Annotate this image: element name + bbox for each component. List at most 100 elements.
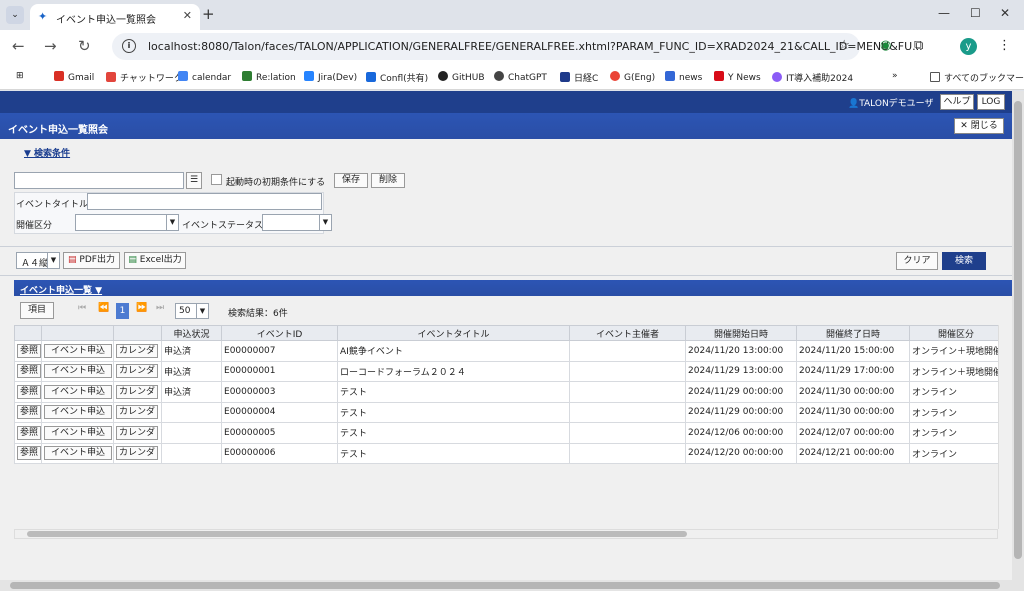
table-row[interactable]: 参照 イベント申込 カレンダ E00000004 テスト 2024/11/29 00:00… xyxy=(13,401,1004,423)
reference-button[interactable]: 参照 xyxy=(17,384,41,399)
bookmark-jira[interactable]: Jira(Dev) xyxy=(304,71,357,83)
columns-button[interactable]: 項目 xyxy=(20,302,54,319)
category-cell: オンライン xyxy=(909,381,1004,403)
last-page-icon[interactable]: ⏭ xyxy=(156,303,164,319)
table-row[interactable]: 参照 イベント申込 カレンダ 申込済 E00000007 AI競争イベント 2024/11/… xyxy=(13,340,1004,362)
calendar-button[interactable]: カレンダ xyxy=(116,364,159,379)
tab-list-button[interactable]: ⌄ xyxy=(6,6,24,24)
log-button[interactable]: LOG xyxy=(977,94,1005,110)
excel-export-button[interactable]: ▤ Excel出力 xyxy=(124,252,186,269)
avatar[interactable]: y xyxy=(960,38,977,55)
saved-condition-input[interactable] xyxy=(14,172,184,189)
reference-button[interactable]: 参照 xyxy=(17,364,41,379)
calendar-button[interactable]: カレンダ xyxy=(116,405,159,420)
reference-button[interactable]: 参照 xyxy=(17,425,41,440)
page-vertical-scrollbar[interactable] xyxy=(1012,91,1024,591)
bookmark-news[interactable]: news xyxy=(665,71,702,83)
bookmark-nikkei[interactable]: 日経C xyxy=(560,71,598,84)
bookmark-star-icon[interactable]: ☆ xyxy=(838,38,850,53)
event-title-label: イベントタイトル xyxy=(16,200,89,210)
calendar-button[interactable]: カレンダ xyxy=(116,384,159,399)
bookmarks-overflow-icon[interactable]: » xyxy=(892,71,898,81)
bookmark-chatgpt[interactable]: ChatGPT xyxy=(494,71,547,83)
bookmark-relation[interactable]: Re:lation xyxy=(242,71,296,83)
back-icon[interactable]: ← xyxy=(12,37,25,55)
scroll-thumb[interactable] xyxy=(10,582,1000,589)
forward-icon[interactable]: → xyxy=(44,37,57,55)
bookmark-calendar[interactable]: calendar xyxy=(178,71,231,83)
header-cell[interactable]: 申込状況 xyxy=(161,325,223,341)
bookmark-y-news[interactable]: Y News xyxy=(714,71,761,83)
bookmark-github[interactable]: GitHUB xyxy=(438,71,485,83)
extensions-puzzle-icon[interactable]: ⧉ xyxy=(914,38,923,53)
search-button[interactable]: 検索 xyxy=(942,252,986,270)
bookmark-gmail[interactable]: Gmail xyxy=(54,71,94,83)
header-cell[interactable]: イベント主催者 xyxy=(569,325,687,341)
reference-button[interactable]: 参照 xyxy=(17,343,41,358)
scroll-thumb[interactable] xyxy=(1014,101,1022,559)
clear-button[interactable]: クリア xyxy=(896,252,938,270)
reference-button[interactable]: 参照 xyxy=(17,446,41,461)
header-cell[interactable]: 開催区分 xyxy=(909,325,1004,341)
bookmark-it-subsidy[interactable]: IT導入補助2024 xyxy=(772,71,853,84)
list-section-toggle[interactable]: イベント申込一覧 ▼ xyxy=(20,283,102,296)
tab-close-icon[interactable]: ✕ xyxy=(183,9,192,22)
first-page-icon[interactable]: ⏮ xyxy=(78,303,86,319)
startup-checkbox[interactable] xyxy=(211,174,222,185)
category-select[interactable]: ▼ xyxy=(75,214,179,231)
start-datetime-cell: 2024/12/06 00:00:00 xyxy=(685,422,798,444)
calendar-button[interactable]: カレンダ xyxy=(116,343,159,358)
save-button[interactable]: 保存 xyxy=(334,173,368,188)
table-row[interactable]: 参照 イベント申込 カレンダ E00000005 テスト 2024/12/06 00:00… xyxy=(13,422,1004,444)
apps-grid-icon[interactable]: ⊞ xyxy=(16,71,24,81)
address-url[interactable]: localhost:8080/Talon/faces/TALON/APPLICA… xyxy=(148,40,923,53)
help-button[interactable]: ヘルプ xyxy=(940,94,974,110)
maximize-icon[interactable]: ☐ xyxy=(970,6,981,20)
address-bar[interactable]: i localhost:8080/Talon/faces/TALON/APPLI… xyxy=(112,33,923,60)
reference-button[interactable]: 参照 xyxy=(17,405,41,420)
next-page-icon[interactable]: ⏩ xyxy=(136,303,147,319)
bookmark-google-eng[interactable]: G(Eng) xyxy=(610,71,655,83)
table-vertical-scrollbar[interactable] xyxy=(998,325,1010,529)
delete-button[interactable]: 削除 xyxy=(371,173,405,188)
header-cell[interactable]: 開催終了日時 xyxy=(796,325,911,341)
page-horizontal-scrollbar[interactable] xyxy=(0,580,1012,591)
reload-icon[interactable]: ↻ xyxy=(78,37,91,55)
event-apply-button[interactable]: イベント申込 xyxy=(44,364,113,379)
site-info-icon[interactable]: i xyxy=(122,39,136,53)
event-apply-button[interactable]: イベント申込 xyxy=(44,425,113,440)
header-cell[interactable]: イベントタイトル xyxy=(337,325,571,341)
table-horizontal-scrollbar[interactable] xyxy=(14,529,998,539)
table-row[interactable]: 参照 イベント申込 カレンダ 申込済 E00000001 ローコードフォーラム２０２４ 20… xyxy=(13,360,1004,382)
status-select[interactable]: ▼ xyxy=(262,214,332,231)
browser-tab[interactable]: ✦ イベント申込一覧照会 ✕ xyxy=(30,4,200,30)
menu-kebab-icon[interactable]: ⋮ xyxy=(998,38,1011,53)
event-apply-button[interactable]: イベント申込 xyxy=(44,405,113,420)
table-row[interactable]: 参照 イベント申込 カレンダ E00000006 テスト 2024/12/20 00:00… xyxy=(13,442,1004,464)
calendar-button[interactable]: カレンダ xyxy=(116,425,159,440)
pdf-export-button[interactable]: ▤ PDF出力 xyxy=(63,252,120,269)
header-cell[interactable]: イベントID xyxy=(221,325,339,341)
page-number[interactable]: 1 xyxy=(116,303,129,319)
event-apply-button[interactable]: イベント申込 xyxy=(44,446,113,461)
table-row[interactable]: 参照 イベント申込 カレンダ 申込済 E00000003 テスト 2024/11/29 00… xyxy=(13,381,1004,403)
event-apply-button[interactable]: イベント申込 xyxy=(44,343,113,358)
new-tab-icon[interactable]: + xyxy=(202,5,215,23)
event-title-input[interactable] xyxy=(87,193,322,210)
prev-page-icon[interactable]: ⏪ xyxy=(98,303,109,319)
extension-icon[interactable]: ◉ xyxy=(880,38,891,53)
page-size-select[interactable]: 50 ▼ xyxy=(175,303,209,319)
window-close-icon[interactable]: ✕ xyxy=(1000,6,1010,20)
bookmark-confluence[interactable]: Confl(共有) xyxy=(366,71,428,84)
minimize-icon[interactable]: — xyxy=(938,6,950,20)
scroll-thumb[interactable] xyxy=(27,531,687,537)
event-apply-button[interactable]: イベント申込 xyxy=(44,384,113,399)
all-bookmarks[interactable]: すべてのブックマーク xyxy=(930,71,1024,84)
search-conditions-toggle[interactable]: ▼ 検索条件 xyxy=(24,146,70,159)
header-cell[interactable]: 開催開始日時 xyxy=(685,325,798,341)
close-button[interactable]: ✕ 閉じる xyxy=(954,118,1004,134)
paper-size-select[interactable]: Ａ４縦 ▼ xyxy=(16,252,60,269)
calendar-button[interactable]: カレンダ xyxy=(116,446,159,461)
condition-list-icon[interactable]: ☰ xyxy=(186,172,202,189)
bookmark-chatwork[interactable]: チャットワーク xyxy=(106,71,183,84)
